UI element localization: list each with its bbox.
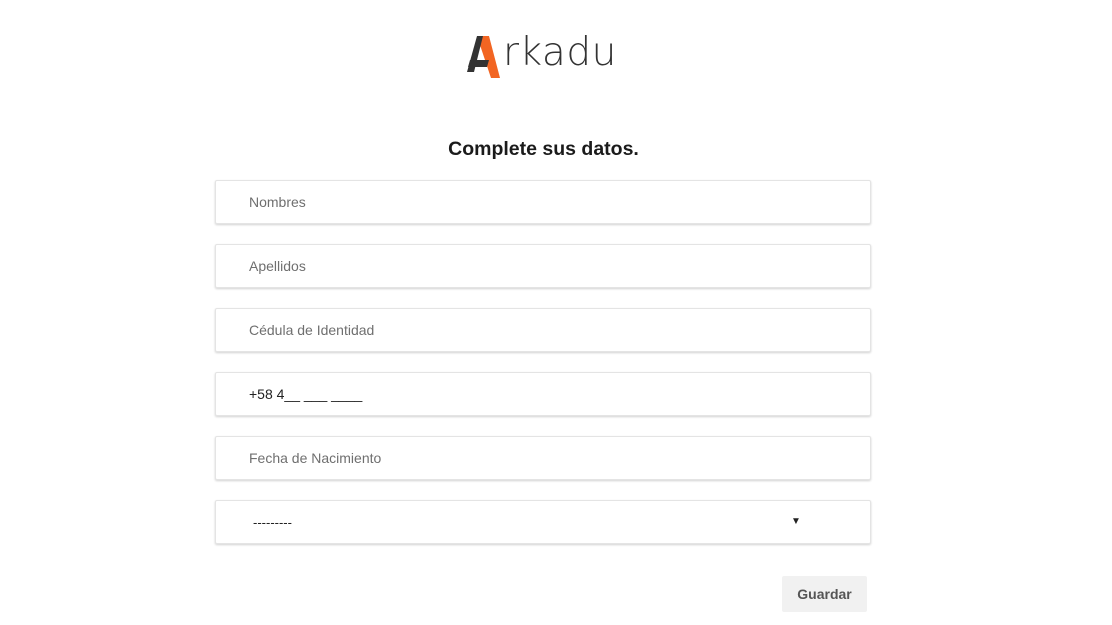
- arkadu-logo: rkadu: [465, 30, 625, 81]
- page-title: Complete sus datos.: [448, 138, 639, 160]
- fecha-nacimiento-field: [215, 436, 871, 480]
- logo-text: rkadu: [503, 30, 617, 75]
- apellidos-field: [215, 244, 871, 288]
- cedula-input[interactable]: [249, 309, 849, 351]
- chevron-down-icon: ▼: [791, 516, 801, 527]
- nombres-field: [215, 180, 871, 224]
- telefono-field: [215, 372, 871, 416]
- nombres-input[interactable]: [249, 181, 849, 223]
- cedula-field: [215, 308, 871, 352]
- fecha-nacimiento-input[interactable]: [249, 437, 849, 479]
- apellidos-input[interactable]: [249, 245, 849, 287]
- select-field[interactable]: --------- ▼: [215, 500, 871, 544]
- telefono-input[interactable]: [249, 373, 849, 415]
- save-button[interactable]: Guardar: [782, 576, 867, 612]
- select-value: ---------: [253, 515, 292, 530]
